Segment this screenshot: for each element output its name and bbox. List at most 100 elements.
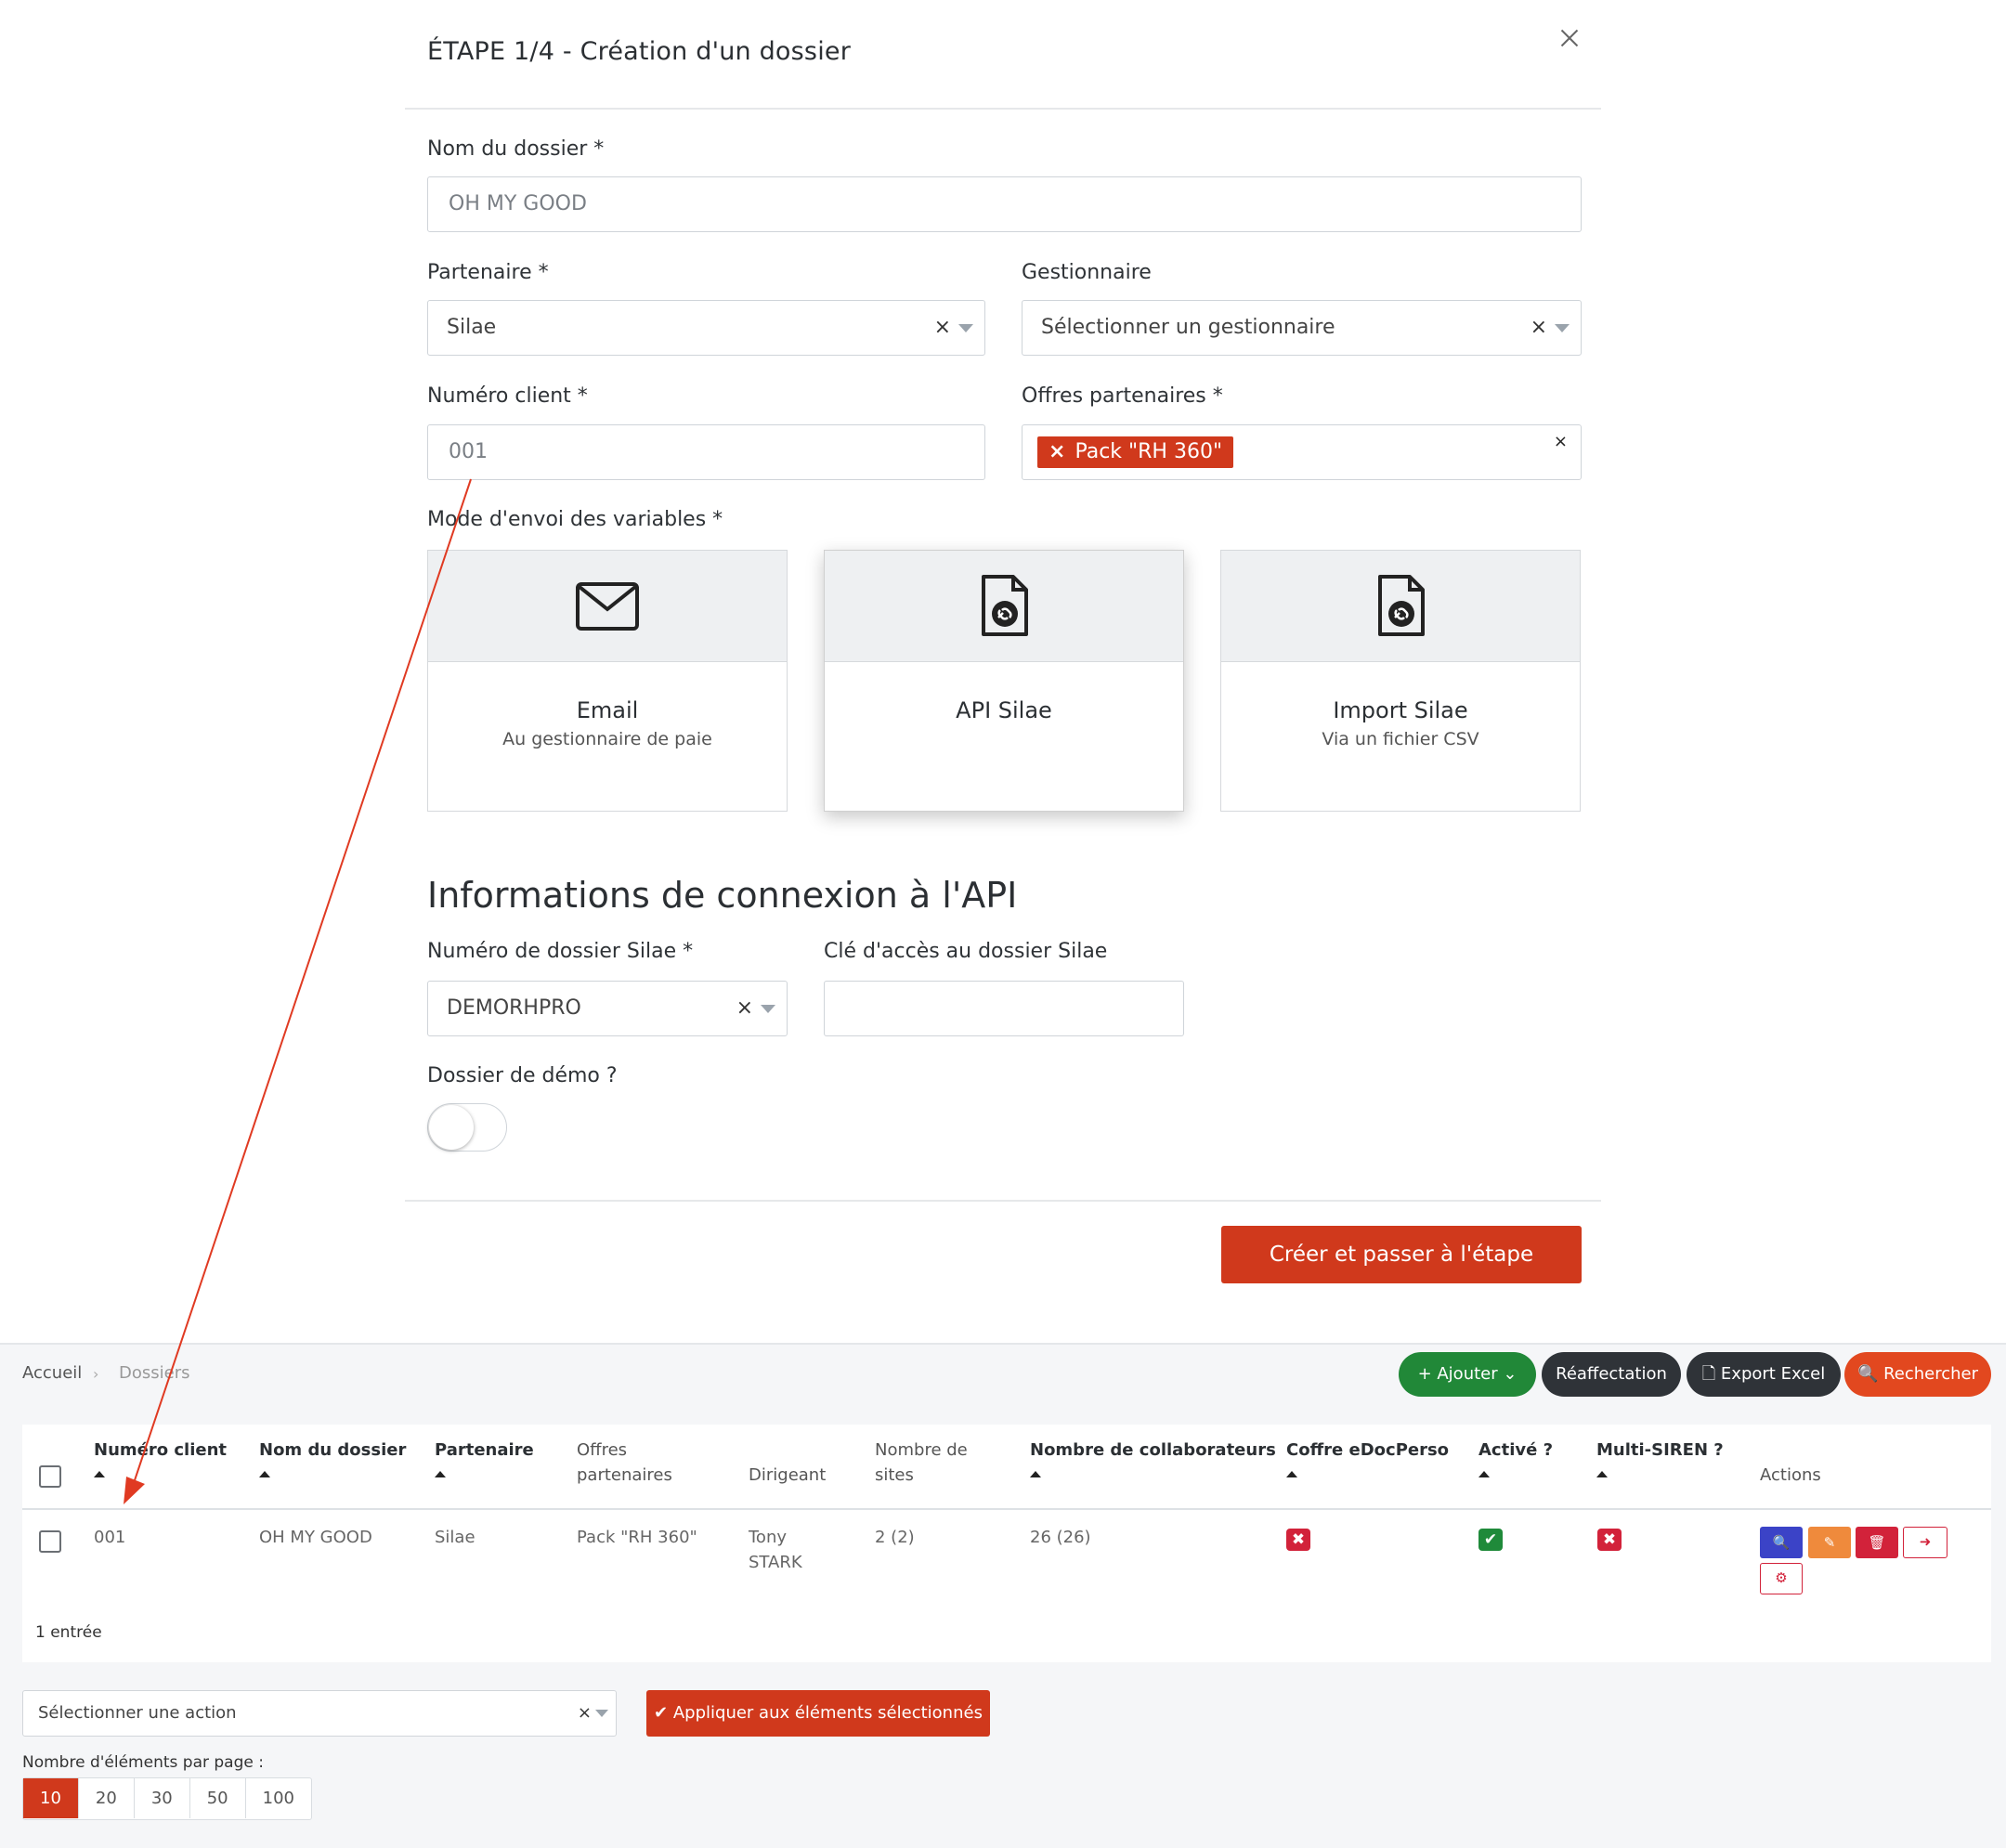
sort-asc-icon[interactable]: [259, 1471, 270, 1477]
silae-key-input[interactable]: [824, 981, 1184, 1036]
partner-select[interactable]: Silae ×: [427, 300, 985, 356]
api-section-title: Informations de connexion à l'API: [427, 875, 1018, 916]
mode-card-header: [1221, 551, 1580, 662]
folders-list-page: Accueil › Dossiers + Ajouter ⌄ Réaffecta…: [0, 1343, 2006, 1848]
demo-label: Dossier de démo ?: [427, 1064, 618, 1087]
partner-clear-icon[interactable]: ×: [934, 301, 951, 354]
cell-folder-name: OH MY GOOD: [259, 1528, 372, 1547]
demo-toggle[interactable]: [427, 1103, 507, 1152]
tag-remove-icon[interactable]: ×: [1049, 440, 1065, 463]
partner-value: Silae: [447, 316, 497, 339]
offer-tag[interactable]: × Pack "RH 360": [1037, 436, 1234, 468]
folder-name-label: Nom du dossier *: [427, 137, 605, 161]
bulk-action-placeholder: Sélectionner une action: [38, 1703, 237, 1723]
settings-button[interactable]: ⚙: [1760, 1563, 1803, 1594]
sort-asc-icon[interactable]: [1030, 1471, 1041, 1477]
export-excel-button[interactable]: 🗋 Export Excel: [1687, 1352, 1841, 1397]
cell-director-last: STARK: [749, 1553, 802, 1572]
mode-card-api-silae[interactable]: API Silae: [824, 550, 1184, 812]
per-page-option[interactable]: 30: [135, 1778, 190, 1818]
silae-folder-select[interactable]: DEMORHPRO ×: [427, 981, 788, 1036]
mode-card-email[interactable]: Email Au gestionnaire de paie: [427, 550, 788, 812]
sort-asc-icon[interactable]: [435, 1471, 446, 1477]
chevron-down-icon: [1555, 324, 1570, 332]
silae-folder-value: DEMORHPRO: [447, 996, 581, 1020]
create-next-step-button[interactable]: Créer et passer à l'étape suivante: [1221, 1226, 1582, 1324]
offers-multiselect[interactable]: × Pack "RH 360" ×: [1022, 424, 1582, 480]
header-sites-line2: sites: [875, 1465, 914, 1485]
header-multi-siren[interactable]: Multi-SIREN ?: [1596, 1438, 1724, 1463]
cell-client-number: 001: [94, 1528, 126, 1547]
view-button[interactable]: 🔍: [1760, 1527, 1803, 1558]
silae-folder-clear-icon[interactable]: ×: [736, 982, 753, 1035]
per-page-option[interactable]: 50: [190, 1778, 246, 1818]
breadcrumb-separator: ›: [93, 1365, 99, 1383]
create-folder-modal: ÉTAPE 1/4 - Création d'un dossier Nom du…: [405, 0, 1601, 1328]
bulk-action-select[interactable]: Sélectionner une action ×: [22, 1690, 617, 1737]
header-folder-name[interactable]: Nom du dossier: [259, 1438, 406, 1463]
per-page-option[interactable]: 20: [79, 1778, 135, 1818]
per-page-option[interactable]: 100: [246, 1778, 311, 1818]
header-collaborators[interactable]: Nombre de collaborateurs: [1030, 1438, 1276, 1463]
chevron-down-icon: [595, 1710, 608, 1717]
per-page-label: Nombre d'éléments par page :: [22, 1753, 264, 1772]
entries-count: 1 entrée: [35, 1623, 102, 1642]
client-number-label: Numéro client *: [427, 384, 588, 408]
toggle-knob: [429, 1105, 474, 1150]
close-icon[interactable]: [1553, 24, 1586, 58]
mode-card-import-silae[interactable]: Import Silae Via un fichier CSV: [1220, 550, 1581, 812]
cell-collaborators: 26 (26): [1030, 1528, 1091, 1547]
sort-asc-icon[interactable]: [1478, 1471, 1490, 1477]
screenshot-root: ÉTAPE 1/4 - Création d'un dossier Nom du…: [0, 0, 2006, 1848]
header-offers-line1: Offres: [577, 1440, 628, 1460]
apply-selected-button[interactable]: ✔ Appliquer aux éléments sélectionnés: [646, 1690, 990, 1737]
edit-button[interactable]: ✎: [1808, 1527, 1851, 1558]
per-page-option[interactable]: 10: [23, 1778, 79, 1818]
header-active[interactable]: Activé ?: [1478, 1438, 1553, 1463]
manager-clear-icon[interactable]: ×: [1531, 301, 1547, 354]
login-as-button[interactable]: ➜: [1903, 1527, 1947, 1558]
chevron-down-icon: [761, 1005, 775, 1013]
offer-tag-label: Pack "RH 360": [1075, 440, 1223, 463]
header-client-number[interactable]: Numéro client: [94, 1438, 227, 1463]
header-actions: Actions: [1760, 1465, 1821, 1485]
sort-asc-icon[interactable]: [1596, 1471, 1608, 1477]
client-number-input[interactable]: 001: [427, 424, 985, 480]
mode-card-header: [825, 551, 1183, 662]
sort-asc-icon[interactable]: [94, 1471, 105, 1477]
manager-placeholder: Sélectionner un gestionnaire: [1041, 316, 1335, 339]
reassign-button[interactable]: Réaffectation: [1542, 1352, 1681, 1397]
add-button[interactable]: + Ajouter ⌄: [1399, 1352, 1536, 1397]
cell-offers: Pack "RH 360": [577, 1528, 697, 1547]
delete-button[interactable]: 🗑: [1856, 1527, 1898, 1558]
cell-partner: Silae: [435, 1528, 475, 1547]
offers-clear-icon[interactable]: ×: [1554, 433, 1568, 451]
cell-director-first: Tony: [749, 1528, 788, 1547]
client-number-value: 001: [449, 440, 488, 463]
manager-select[interactable]: Sélectionner un gestionnaire ×: [1022, 300, 1582, 356]
header-partner[interactable]: Partenaire: [435, 1438, 534, 1463]
per-page-selector: 10 20 30 50 100: [22, 1777, 312, 1820]
folders-table: Numéro client Nom du dossier Partenaire …: [22, 1425, 1991, 1662]
modal-title: ÉTAPE 1/4 - Création d'un dossier: [427, 37, 852, 66]
file-link-icon: [982, 575, 1028, 636]
sort-asc-icon[interactable]: [1286, 1471, 1297, 1477]
header-sites-line1: Nombre de: [875, 1440, 968, 1460]
select-all-checkbox[interactable]: [39, 1465, 61, 1488]
mode-card-title: Email: [576, 697, 639, 723]
folder-name-input[interactable]: OH MY GOOD: [427, 176, 1582, 232]
vault-no-icon: ✖: [1286, 1529, 1310, 1551]
mode-card-subtitle: Au gestionnaire de paie: [502, 729, 712, 749]
modal-header-divider: [405, 108, 1601, 110]
row-checkbox[interactable]: [39, 1530, 61, 1553]
file-link-icon: [1378, 575, 1425, 636]
breadcrumb-home[interactable]: Accueil: [22, 1363, 82, 1383]
search-button[interactable]: 🔍 Rechercher: [1844, 1352, 1991, 1397]
modal-footer-divider: [405, 1200, 1601, 1202]
mode-card-title: Import Silae: [1333, 697, 1468, 723]
silae-folder-label: Numéro de dossier Silae *: [427, 940, 694, 963]
header-vault[interactable]: Coffre eDocPerso: [1286, 1438, 1449, 1463]
bulk-action-clear-icon[interactable]: ×: [578, 1691, 592, 1735]
manager-label: Gestionnaire: [1022, 261, 1152, 284]
folder-name-value: OH MY GOOD: [449, 192, 587, 215]
